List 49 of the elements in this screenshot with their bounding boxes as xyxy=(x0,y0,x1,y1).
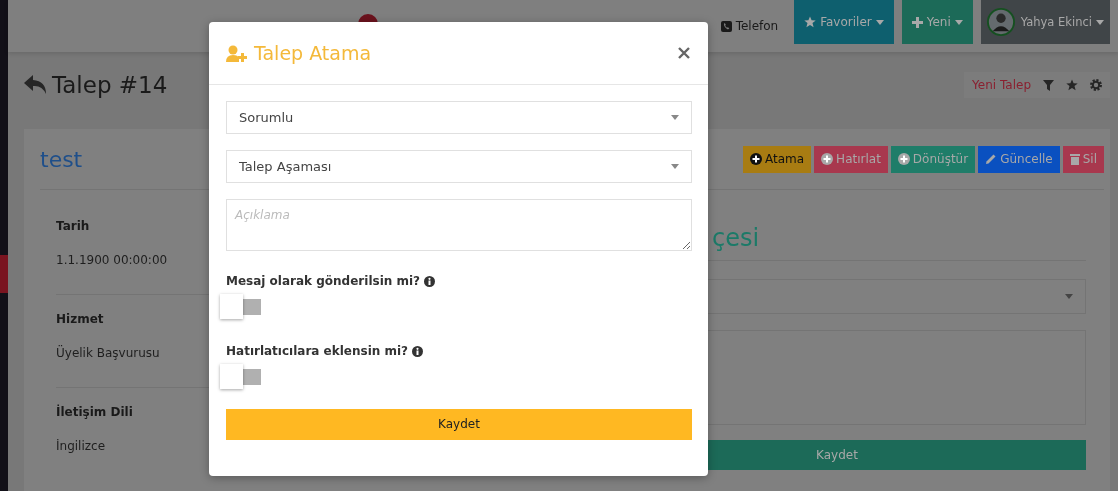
caret-icon xyxy=(671,164,679,169)
description-field[interactable]: Açıklama xyxy=(226,199,692,251)
action-button[interactable]: Hatırlat xyxy=(814,145,888,173)
new-button[interactable]: Yeni xyxy=(901,0,973,44)
page-title: Talep #14 xyxy=(52,72,168,98)
save-button[interactable]: Kaydet xyxy=(226,408,692,440)
trash-icon xyxy=(1069,153,1080,165)
card-title: test xyxy=(40,146,83,172)
avatar-icon xyxy=(986,8,1015,36)
toggle-switch[interactable] xyxy=(220,364,261,389)
plus-circle-icon xyxy=(750,153,762,165)
caret-icon xyxy=(1065,294,1073,299)
reply-icon xyxy=(24,75,48,95)
action-button[interactable]: Dönüştür xyxy=(890,145,976,173)
phone-link[interactable]: Telefon xyxy=(720,0,779,52)
phone-icon xyxy=(720,20,732,32)
user-menu-button[interactable]: Yahya Ekinci xyxy=(980,0,1110,44)
toggle-label: Mesaj olarak gönderilsin mi? xyxy=(226,274,421,288)
caret-icon xyxy=(671,115,679,120)
filter-icon[interactable] xyxy=(1043,79,1054,91)
star-icon[interactable] xyxy=(1066,79,1078,91)
toggle-switch[interactable] xyxy=(220,294,261,319)
action-button[interactable]: Atama xyxy=(743,145,812,173)
select-field[interactable]: Talep Aşaması xyxy=(226,150,692,183)
new-request-link[interactable]: Yeni Talep xyxy=(972,78,1031,92)
field-label: İletişim Dili xyxy=(56,404,133,420)
edit-button[interactable]: Güncelle xyxy=(978,145,1060,173)
plus-icon xyxy=(911,16,923,28)
delete-button[interactable]: Sil xyxy=(1062,145,1104,173)
star-icon xyxy=(804,16,817,28)
sidebar-active-marker xyxy=(0,255,8,293)
caret-icon xyxy=(1096,19,1104,25)
modal-title: Talep Atama xyxy=(254,42,372,64)
field-label: Hizmet xyxy=(56,311,104,327)
field-value: 1.1.1900 00:00:00 xyxy=(56,252,168,268)
user-plus-icon xyxy=(226,44,248,62)
info-icon xyxy=(412,345,424,357)
toggle-label: Hatırlatıcılara eklensin mi? xyxy=(226,344,409,358)
plus-circle-icon xyxy=(821,153,834,165)
caret-icon xyxy=(954,19,963,25)
favorites-button[interactable]: Favoriler xyxy=(794,0,894,44)
caret-icon xyxy=(875,19,884,25)
field-label: Tarih xyxy=(56,218,90,234)
close-icon[interactable] xyxy=(678,47,690,59)
info-icon xyxy=(424,275,436,287)
settings-icon[interactable] xyxy=(1090,79,1102,91)
pencil-icon xyxy=(985,153,998,165)
plus-circle-icon xyxy=(897,153,910,165)
select-field[interactable]: Sorumlu xyxy=(226,101,692,134)
